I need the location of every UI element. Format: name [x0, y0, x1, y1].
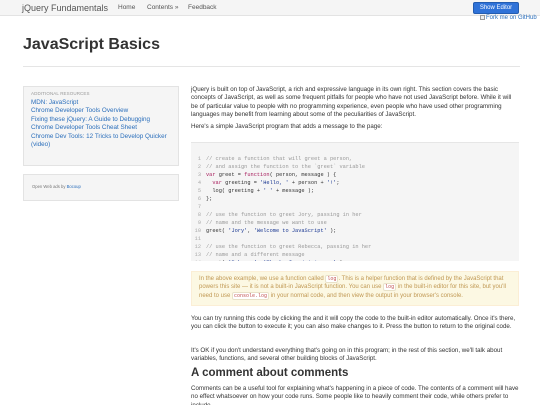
code-line: 2// and assign the function to the `gree…: [191, 163, 519, 171]
code-line: 7: [191, 203, 519, 211]
code-intro-paragraph: Here's a simple JavaScript program that …: [191, 123, 383, 130]
line-number: 9: [197, 220, 201, 226]
code-line: 4 var greeting = 'Hello, ' + person + '!…: [191, 179, 519, 187]
code-line: 8// use the function to greet Jory, pass…: [191, 211, 519, 219]
ad-text: Open Web ads by: [32, 184, 67, 189]
line-number: 5: [197, 188, 201, 194]
comments-paragraph: Comments can be a useful tool for explai…: [191, 385, 519, 405]
code-line: 5 log( greeting + ' ' + message );: [191, 187, 519, 195]
line-number: 4: [197, 180, 201, 186]
ok-paragraph: It's OK if you don't understand everythi…: [191, 347, 503, 363]
resource-link-devtools-overview[interactable]: Chrome Developer Tools Overview: [31, 107, 171, 115]
fork-me-link[interactable]: Fork me on GitHub: [480, 15, 537, 21]
note-text: In the above example, we use a function …: [199, 276, 326, 282]
code-line: 10 greet( 'Jory', 'Welcome to JavaScript'…: [191, 227, 519, 235]
code-line: 14greet( 'Rebecca', 'Thanks for joining …: [191, 259, 519, 261]
inline-code: log: [325, 275, 339, 283]
comments-heading: A comment about comments: [191, 367, 349, 379]
ad-sponsor-link[interactable]: Bocoup: [67, 184, 81, 189]
code-example[interactable]: 1// create a function that will greet a …: [191, 142, 519, 261]
nav-contents[interactable]: Contents »: [147, 4, 178, 11]
brand-link[interactable]: jQuery Fundamentals: [22, 3, 108, 13]
line-number: 10: [194, 228, 201, 234]
inline-code: log: [383, 283, 397, 292]
code-line: 1// create a function that will greet a …: [191, 155, 519, 163]
broken-image-icon: [480, 15, 485, 20]
line-number: 3: [197, 172, 201, 178]
page-title: JavaScript Basics: [23, 36, 160, 53]
resource-link-debugging-guide[interactable]: Fixing these jQuery: A Guide to Debuggin…: [31, 116, 171, 124]
code-line: 13// name and a different message: [191, 251, 519, 259]
code-line: 3 var greet = function( person, message )…: [191, 171, 519, 179]
resource-link-cheat-sheet[interactable]: Chrome Developer Tools Cheat Sheet: [31, 124, 171, 132]
code-line: 11: [191, 235, 519, 243]
top-navbar: jQuery Fundamentals Home Contents » Feed…: [0, 0, 540, 16]
additional-resources-panel: Additional Resources MDN: JavaScript Chr…: [23, 86, 179, 166]
helper-function-note: In the above example, we use a function …: [191, 271, 519, 306]
nav-feedback[interactable]: Feedback: [188, 4, 217, 11]
line-number: 13: [194, 252, 201, 258]
resource-link-video[interactable]: Chrome Dev Tools: 12 Tricks to Develop Q…: [31, 133, 171, 150]
line-number: 14: [191, 259, 201, 261]
code-line: 9// name and the message we want to use: [191, 219, 519, 227]
line-number: 11: [194, 236, 201, 242]
inline-code: console.log: [232, 291, 270, 300]
resource-link-mdn[interactable]: MDN: JavaScript: [31, 99, 171, 107]
code-line: 12// use the function to greet Rebecca, …: [191, 243, 519, 251]
run-code-paragraph: You can try running this code by clickin…: [191, 315, 516, 331]
intro-paragraph: jQuery is built on top of JavaScript, a …: [191, 86, 512, 119]
show-editor-button[interactable]: Show Editor: [473, 2, 519, 14]
ad-panel: Open Web ads by Bocoup: [23, 174, 179, 201]
resources-heading: Additional Resources: [31, 91, 90, 96]
line-number: 1: [197, 156, 201, 162]
line-number: 2: [197, 164, 201, 170]
title-divider: [23, 66, 520, 67]
line-number: 8: [197, 212, 201, 218]
note-text: in your normal code, and then view the o…: [269, 292, 463, 299]
code-line: 6};: [191, 195, 519, 203]
line-number: 7: [197, 204, 201, 210]
nav-home[interactable]: Home: [118, 4, 135, 11]
line-number: 6: [197, 196, 201, 202]
fork-label: Fork me on GitHub: [486, 15, 537, 21]
line-number: 12: [194, 244, 201, 250]
